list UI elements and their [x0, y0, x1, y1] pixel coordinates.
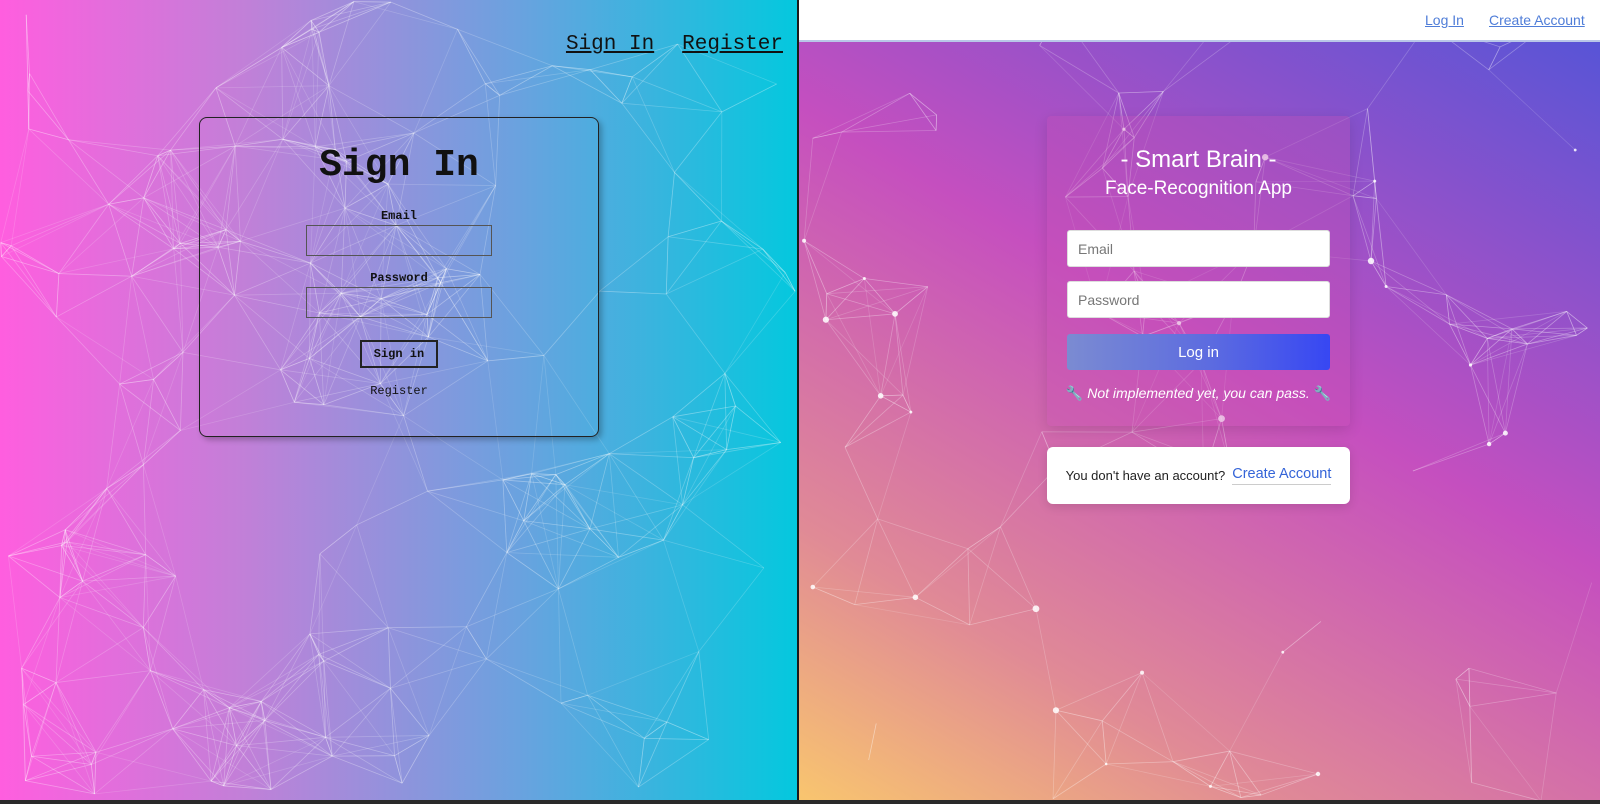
email-label: Email: [380, 209, 417, 223]
log-in-button[interactable]: Log in: [1067, 334, 1330, 370]
left-navigation: Sign In Register: [566, 33, 783, 56]
register-link[interactable]: Register: [200, 384, 598, 398]
window-bottom-edge: [0, 800, 1600, 804]
password-input[interactable]: [1067, 281, 1330, 318]
app-title: - Smart Brain -: [1120, 146, 1277, 173]
sign-in-button[interactable]: Sign in: [360, 340, 438, 368]
nav-sign-in-link[interactable]: Sign In: [566, 33, 654, 56]
sign-in-card: Sign In Email Password Sign in Register: [199, 117, 599, 437]
not-implemented-note: 🔧 Not implemented yet, you can pass. 🔧: [1047, 385, 1350, 402]
wrench-icon: 🔧: [1065, 385, 1084, 401]
right-app-panel: Log In Create Account - Smart Brain - Fa…: [799, 0, 1600, 804]
no-account-text: You don't have an account?: [1065, 468, 1226, 483]
password-label: Password: [370, 271, 428, 285]
email-input[interactable]: [1067, 230, 1330, 267]
nav-create-account-link[interactable]: Create Account: [1489, 12, 1585, 28]
create-account-card: You don't have an account? Create Accoun…: [1047, 447, 1350, 504]
email-input[interactable]: [306, 225, 492, 256]
app-subtitle: Face-Recognition App: [1105, 178, 1292, 199]
nav-register-link[interactable]: Register: [682, 33, 783, 56]
wrench-icon: 🔧: [1313, 385, 1332, 401]
password-input[interactable]: [306, 287, 492, 318]
login-card: - Smart Brain - Face-Recognition App Log…: [1047, 116, 1350, 426]
top-navigation-bar: Log In Create Account: [799, 0, 1600, 42]
create-account-link[interactable]: Create Account: [1232, 466, 1332, 485]
note-text: Not implemented yet, you can pass.: [1087, 385, 1310, 401]
nav-log-in-link[interactable]: Log In: [1425, 12, 1464, 28]
left-app-panel: Sign In Register Sign In Email Password …: [0, 0, 797, 804]
sign-in-title: Sign In: [319, 144, 479, 187]
